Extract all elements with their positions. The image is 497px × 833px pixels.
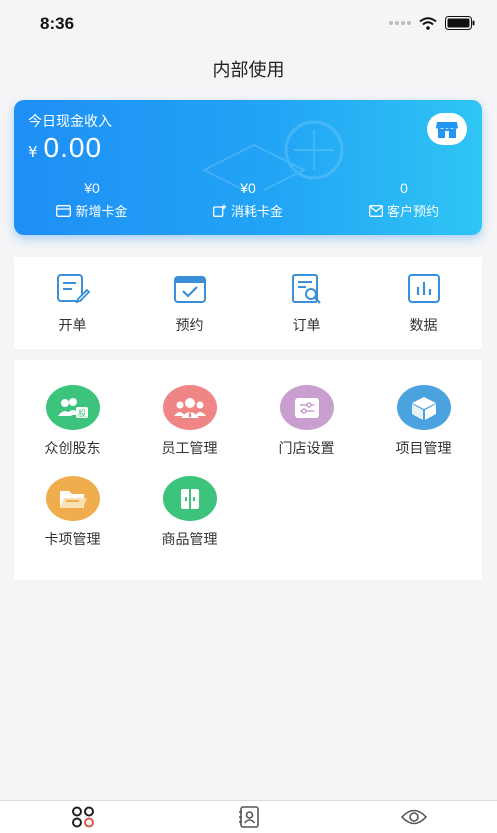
consume-icon bbox=[213, 204, 227, 217]
function-store-settings[interactable]: 门店设置 bbox=[248, 385, 365, 458]
store-button[interactable] bbox=[427, 113, 467, 145]
tab-home[interactable] bbox=[0, 801, 166, 833]
wifi-icon bbox=[419, 16, 437, 30]
function-label: 员工管理 bbox=[161, 441, 218, 457]
quick-action-data[interactable]: 数据 bbox=[365, 257, 482, 349]
function-label: 众创股东 bbox=[44, 441, 101, 457]
staff-icon bbox=[162, 385, 217, 430]
bar-chart-icon bbox=[407, 274, 440, 303]
quick-action-label: 订单 bbox=[292, 318, 321, 334]
currency-symbol: ¥ bbox=[28, 143, 38, 161]
function-label: 项目管理 bbox=[395, 441, 452, 457]
stat-value: 0 bbox=[400, 180, 408, 196]
home-grid-icon bbox=[71, 806, 94, 828]
function-shareholders[interactable]: 股 众创股东 bbox=[14, 385, 131, 458]
stat-new-card-balance[interactable]: ¥0 新增卡金 bbox=[14, 180, 170, 220]
status-icons bbox=[389, 16, 475, 30]
contacts-icon bbox=[238, 806, 259, 828]
status-bar: 8:36 bbox=[0, 0, 497, 46]
quick-action-label: 预约 bbox=[175, 318, 204, 334]
shareholder-icon: 股 bbox=[45, 385, 100, 430]
eye-icon bbox=[401, 809, 428, 825]
signal-icon bbox=[389, 21, 411, 25]
stat-label: 消耗卡金 bbox=[230, 205, 283, 220]
box-icon bbox=[396, 385, 451, 430]
tab-contacts[interactable] bbox=[166, 801, 332, 833]
quick-action-appointment[interactable]: 预约 bbox=[131, 257, 248, 349]
function-goods[interactable]: 商品管理 bbox=[131, 476, 248, 549]
functions-panel: 股 众创股东 员工管理 门店设置 项目管理 卡项管理 商品管理 bbox=[14, 360, 482, 580]
stat-label: 客户预约 bbox=[386, 205, 439, 220]
function-label: 门店设置 bbox=[278, 441, 335, 457]
cash-stats: ¥0 新增卡金 ¥0 消耗卡金 0 客户预约 bbox=[14, 180, 482, 220]
function-label: 商品管理 bbox=[161, 532, 218, 548]
quick-action-label: 开单 bbox=[58, 318, 87, 334]
cash-amount-value: 0.00 bbox=[43, 132, 103, 163]
decorative-graphic bbox=[201, 120, 344, 190]
calendar-check-icon bbox=[173, 276, 206, 303]
quick-actions-panel: 开单 预约 订单 数据 bbox=[14, 257, 482, 349]
stat-label: 新增卡金 bbox=[75, 205, 128, 220]
function-label: 卡项管理 bbox=[44, 532, 101, 548]
stat-consumed-card-balance[interactable]: ¥0 消耗卡金 bbox=[170, 180, 326, 220]
order-search-icon bbox=[291, 274, 321, 304]
page-title: 内部使用 bbox=[212, 60, 285, 81]
cash-amount: ¥ 0.00 bbox=[28, 132, 102, 164]
goods-icon bbox=[162, 476, 217, 521]
quick-action-create-order[interactable]: 开单 bbox=[14, 257, 131, 349]
battery-icon bbox=[445, 16, 475, 30]
function-card-items[interactable]: 卡项管理 bbox=[14, 476, 131, 549]
svg-text:股: 股 bbox=[78, 409, 86, 418]
tab-bar bbox=[0, 800, 497, 833]
stat-value: ¥0 bbox=[84, 180, 100, 196]
mail-icon bbox=[369, 204, 383, 217]
function-projects[interactable]: 项目管理 bbox=[365, 385, 482, 458]
edit-note-icon bbox=[56, 274, 90, 304]
stat-value: ¥0 bbox=[240, 180, 256, 196]
tab-view[interactable] bbox=[331, 801, 497, 833]
cash-income-card: 今日现金收入 ¥ 0.00 ¥0 新增卡金 ¥0 消耗卡金 0 客户预约 bbox=[14, 100, 482, 235]
cash-income-label: 今日现金收入 bbox=[28, 114, 112, 130]
status-time: 8:36 bbox=[40, 14, 75, 33]
folder-icon bbox=[45, 476, 100, 521]
function-staff[interactable]: 员工管理 bbox=[131, 385, 248, 458]
quick-action-label: 数据 bbox=[409, 318, 438, 334]
settings-sliders-icon bbox=[279, 385, 334, 430]
card-icon bbox=[56, 204, 72, 217]
store-icon bbox=[436, 122, 458, 138]
quick-action-orders[interactable]: 订单 bbox=[248, 257, 365, 349]
stat-customer-appointments[interactable]: 0 客户预约 bbox=[326, 180, 482, 220]
